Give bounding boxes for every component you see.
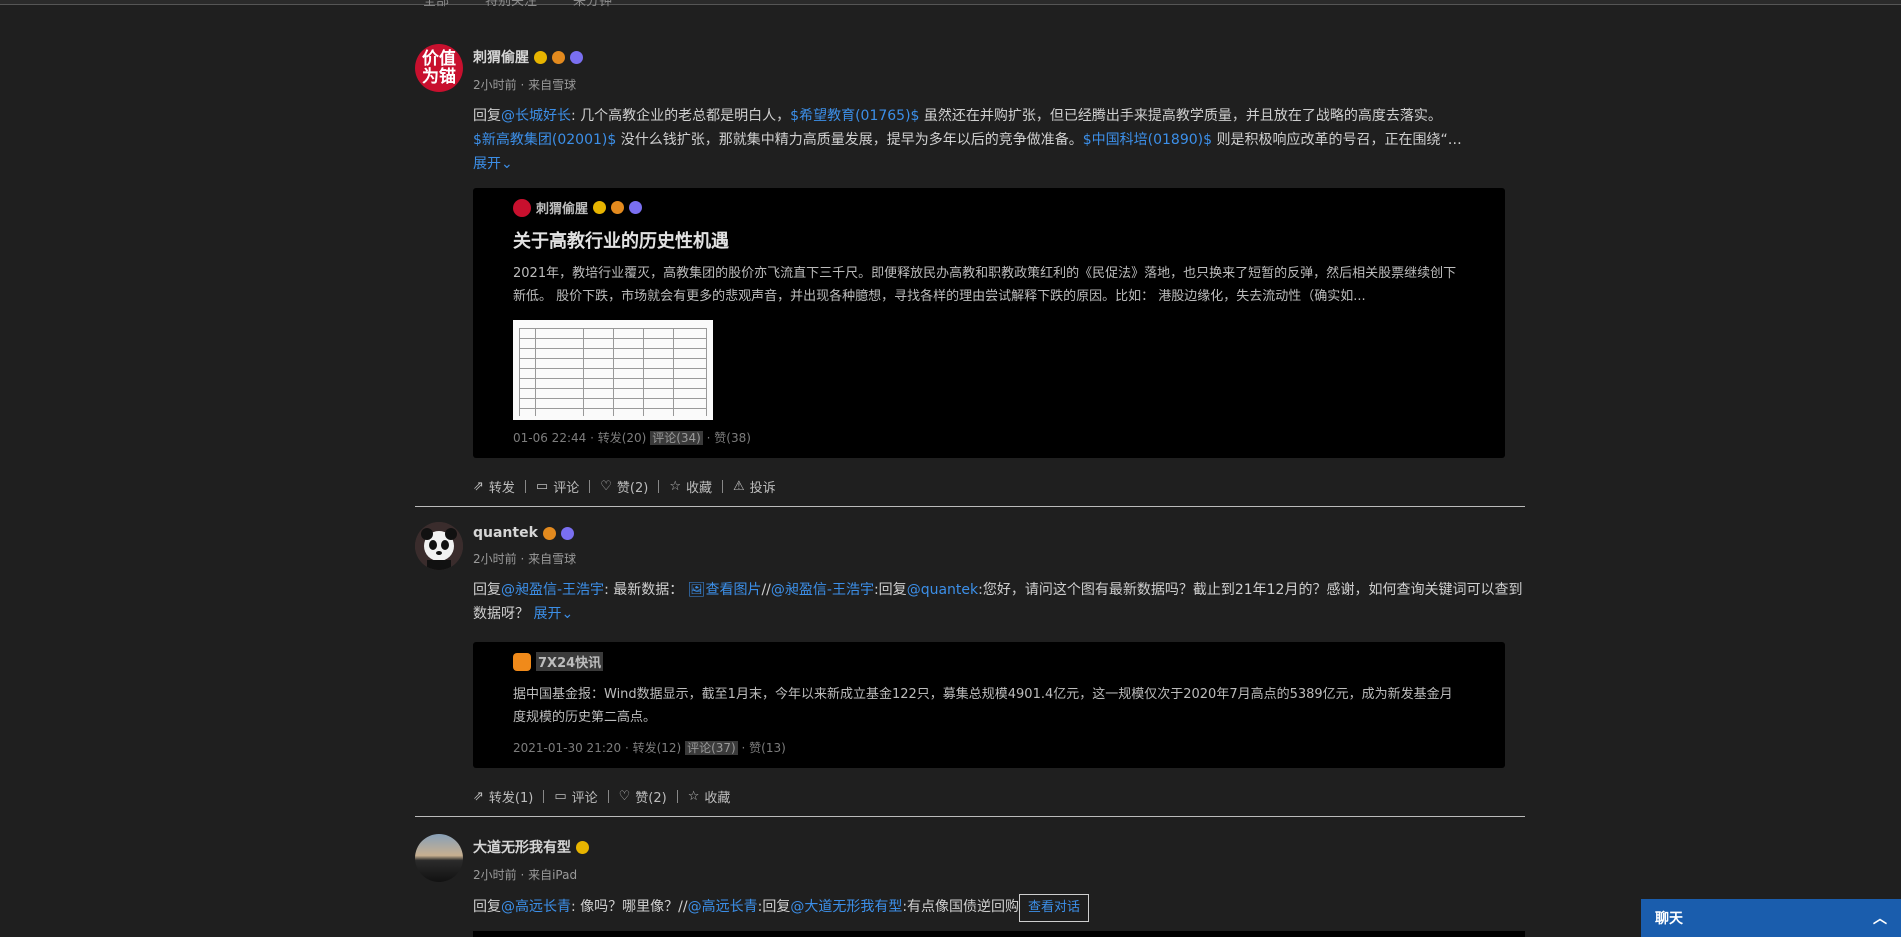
post-text: 回复@昶盈信-王浩宇: 最新数据： 🖼查看图片//@昶盈信-王浩宇:回复@qua… [473, 582, 1523, 622]
author-avatar [513, 198, 531, 217]
username-text[interactable]: 大道无形我有型 [473, 837, 571, 857]
card-repost-count[interactable]: 转发(20) [598, 431, 647, 445]
stock-link[interactable]: $新高教集团(02001)$ [473, 132, 616, 148]
card-repost-count[interactable]: 转发(12) [633, 741, 682, 755]
mention-link[interactable]: @大道无形我有型 [790, 899, 902, 915]
avatar-text: 价值为锚 [422, 49, 456, 87]
mention-link[interactable]: @quantek [907, 582, 978, 598]
quoted-article-card[interactable]: 刺猬偷腥 关于高教行业的历史性机遇 2021年，教培行业覆灭，高教集团的股价亦飞… [473, 188, 1505, 458]
view-image-link[interactable]: 🖼查看图片 [688, 582, 762, 598]
gold-badge-icon [534, 50, 547, 64]
username[interactable]: 刺猬偷腥 [473, 47, 1583, 67]
card-comment-count[interactable]: 评论(34) [650, 431, 703, 445]
v-badge-icon [552, 50, 565, 64]
chat-bar[interactable]: 聊天 ︿ [1641, 899, 1901, 937]
avatar[interactable]: 价值为锚 [415, 44, 463, 92]
mention-link[interactable]: @高远长青 [688, 899, 758, 915]
v-badge-icon [611, 201, 625, 214]
card-author[interactable]: 7X24快讯 [513, 652, 1465, 671]
chat-label: 聊天 [1655, 911, 1683, 927]
card-meta: 01-06 22:44 · 转发(20) 评论(34) · 赞(38) [513, 431, 751, 445]
post-meta: 2小时前 · 来自雪球 [473, 552, 577, 566]
expand-button[interactable]: 展开⌄ [473, 156, 513, 172]
star-badge-icon [629, 201, 643, 214]
stock-link[interactable]: $希望教育(01765)$ [790, 108, 919, 124]
post: 价值为锚 刺猬偷腥 2小时前 · 来自雪球 回复@长城好长: 几个高教企业的老总… [415, 0, 1583, 507]
gold-badge-icon [593, 201, 607, 214]
star-badge-icon [570, 50, 583, 64]
card-text: 据中国基金报：Wind数据显示，截至1月末，今年以来新成立基金122只，募集总规… [513, 687, 1453, 725]
quoted-news-card[interactable]: 7X24快讯 据中国基金报：Wind数据显示，截至1月末，今年以来新成立基金12… [473, 642, 1505, 768]
panda-avatar-icon [415, 522, 463, 570]
post: 大道无形我有型 2小时前 · 来自iPad 回复@高远长青: 像吗？哪里像？//… [415, 790, 1583, 922]
card-title[interactable]: 关于高教行业的历史性机遇 [513, 227, 1465, 253]
username-text[interactable]: 刺猬偷腥 [473, 47, 529, 67]
gold-badge-icon [576, 840, 589, 854]
card-comment-count[interactable]: 评论(37) [685, 741, 738, 755]
news-logo-icon [513, 652, 531, 671]
card-author[interactable]: 刺猬偷腥 [513, 198, 1465, 217]
post-meta: 2小时前 · 来自雪球 [473, 78, 577, 92]
mention-link[interactable]: @高远长青 [501, 899, 571, 915]
chevron-double-down-icon: ⌄ [501, 156, 513, 172]
post: quantek 2小时前 · 来自雪球 回复@昶盈信-王浩宇: 最新数据： 🖼查… [415, 478, 1583, 817]
username[interactable]: quantek [473, 525, 1583, 541]
avatar[interactable] [415, 522, 463, 570]
mention-link[interactable]: @长城好长 [501, 108, 571, 124]
avatar[interactable] [415, 834, 463, 882]
stock-link[interactable]: $中国科培(01890)$ [1083, 132, 1212, 148]
mention-link[interactable]: @昶盈信-王浩宇 [501, 582, 604, 598]
next-card-edge [473, 931, 1525, 937]
star-badge-icon [560, 526, 574, 540]
card-like-count[interactable]: 赞(13) [749, 741, 786, 755]
v-badge-icon [542, 526, 556, 540]
post-meta: 2小时前 · 来自iPad [473, 868, 578, 882]
post-text: 回复@高远长青: 像吗？哪里像？//@高远长青:回复@大道无形我有型:有点像国债… [473, 894, 1533, 922]
post-text: 回复@长城好长: 几个高教企业的老总都是明白人，$希望教育(01765)$ 虽然… [473, 108, 1462, 172]
card-meta: 2021-01-30 21:20 · 转发(12) 评论(37) · 赞(13) [513, 741, 786, 755]
view-conversation-button[interactable]: 查看对话 [1019, 894, 1090, 922]
article-image[interactable] [513, 320, 713, 420]
chevron-up-icon[interactable]: ︿ [1873, 908, 1887, 928]
card-text: 2021年，教培行业覆灭，高教集团的股价亦飞流直下三千尺。即便释放民办高教和职教… [513, 266, 1457, 304]
username-text[interactable]: quantek [473, 525, 538, 541]
chevron-double-down-icon: ⌄ [561, 606, 574, 622]
card-like-count[interactable]: 赞(38) [714, 431, 751, 445]
mention-link[interactable]: @昶盈信-王浩宇 [771, 582, 874, 598]
username[interactable]: 大道无形我有型 [473, 837, 1583, 857]
expand-button[interactable]: 展开⌄ [533, 606, 573, 622]
